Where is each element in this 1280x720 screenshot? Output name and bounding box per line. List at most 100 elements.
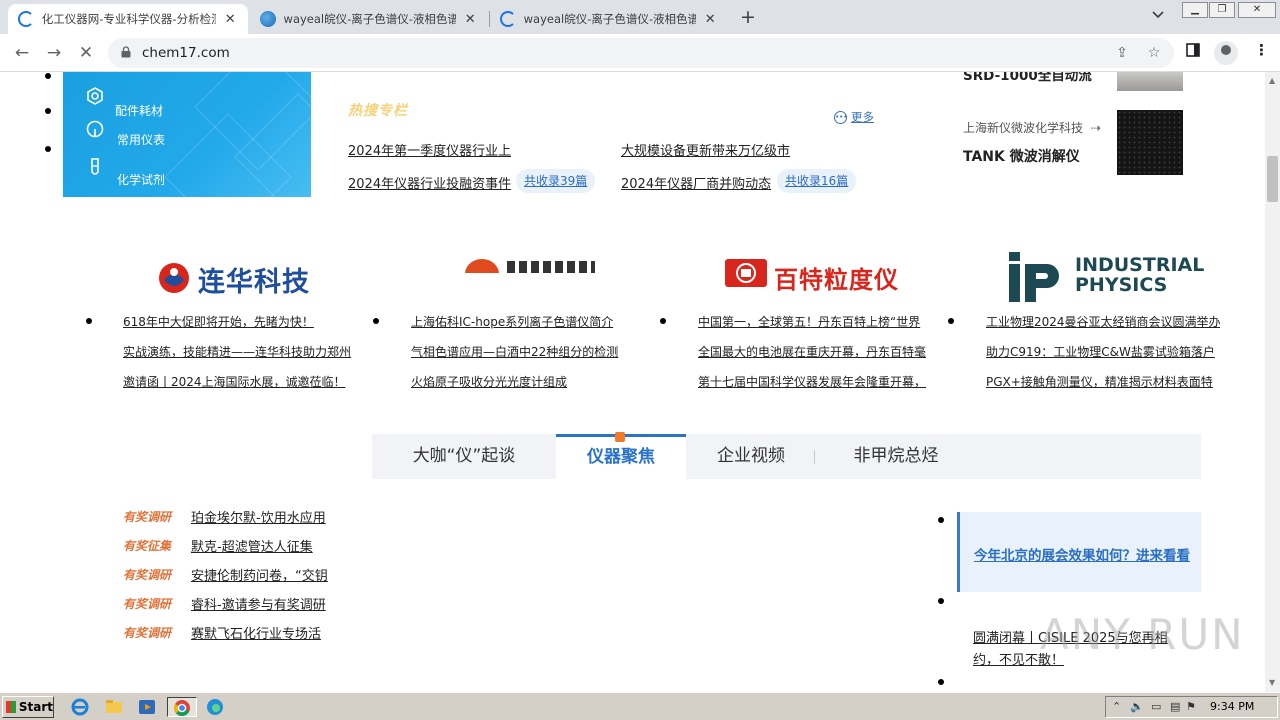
url-text[interactable]: chem17.com [142, 45, 230, 61]
survey-item[interactable]: 有奖调研 珀金埃尔默-饮用水应用 [123, 507, 326, 526]
new-tab-button[interactable]: + [738, 6, 758, 28]
tray-expand-icon[interactable]: ⌃ [1112, 700, 1121, 713]
news-link[interactable]: PGX+接触角测量仪，精准揭示材料表面特 [986, 373, 1220, 390]
news-link[interactable]: 上海佑科IC-hope系列离子色谱仪简介 [411, 313, 626, 330]
survey-item[interactable]: 有奖调研 睿科-邀请参与有奖调研 [123, 594, 326, 613]
lock-icon[interactable] [121, 46, 131, 58]
scroll-up-icon[interactable]: ▲ [1269, 76, 1275, 85]
news-link[interactable]: 气相色谱应用—白酒中22种组分的检测 [411, 343, 626, 360]
web-page: 配件耗材 常用仪表 化学试剂 热搜专栏 ••• 更多 2024年第一季度仪器行业… [0, 72, 1265, 692]
product-title[interactable]: TANK 微波消解仪 [963, 146, 1080, 166]
news-link[interactable]: 助力C919：工业物理C&W盐雾试验箱落户 [986, 343, 1220, 360]
tab-title: wayeal皖仪-离子色谱仪-液相色谱仪 [283, 12, 457, 26]
internet-explorer-icon[interactable] [70, 697, 92, 717]
close-tab-icon[interactable]: ✕ [462, 12, 478, 27]
featured-topic-link[interactable]: 今年北京的展会效果如何？进来看看 [974, 544, 1194, 568]
tab-company-videos[interactable]: 企业视频 [686, 434, 816, 479]
product-title[interactable]: SRD-1000全自动流 [963, 72, 1092, 84]
article-count-badge[interactable]: 共收录39篇 [516, 169, 596, 193]
tab-nmhc[interactable]: 非甲烷总烃 [816, 434, 976, 479]
address-bar[interactable]: chem17.com ⇪ ☆ [108, 38, 1174, 68]
flag-icon[interactable]: ⚑ [1186, 700, 1196, 713]
restore-window-button[interactable]: ❐ [1209, 2, 1235, 18]
close-tab-icon[interactable]: ✕ [222, 12, 238, 27]
browser-menu-icon[interactable]: ⋮ [1254, 41, 1269, 59]
file-explorer-icon[interactable] [104, 697, 126, 717]
survey-link[interactable]: 睿科-邀请参与有奖调研 [191, 594, 326, 613]
more-dots-icon: ••• [834, 110, 847, 124]
survey-item[interactable]: 有奖调研 安捷伦制药问卷，“交钥 [123, 565, 328, 584]
edge-icon[interactable] [205, 697, 227, 717]
featured-topic-card[interactable]: 今年北京的展会效果如何？进来看看 [957, 512, 1201, 592]
category-label: 化学试剂 [117, 173, 166, 187]
list-bullet [86, 318, 92, 324]
media-player-icon[interactable] [137, 697, 159, 717]
news-link[interactable]: 中国第一，全球第五！丹东百特上榜“世界 [698, 313, 928, 330]
industrial-physics-logo[interactable]: INDUSTRIAL PHYSICS [1007, 250, 1207, 310]
bookmark-star-icon[interactable]: ☆ [1146, 45, 1162, 61]
profile-avatar[interactable] [1214, 41, 1238, 65]
volume-icon[interactable]: 🔈 [1130, 700, 1144, 713]
youke-logo[interactable] [465, 257, 595, 273]
content-tab-bar: 大咖“仪”起谈 仪器聚焦 企业视频 非甲烷总烃 [372, 432, 1201, 479]
network-icon[interactable]: ▭ [1151, 700, 1161, 713]
news-link[interactable]: 火焰原子吸收分光光度计组成 [411, 373, 626, 390]
back-arrow-icon[interactable]: ← [12, 43, 32, 63]
tab-title: 化工仪器网-专业科学仪器-分析检测 [41, 12, 217, 26]
page-scrollbar[interactable]: ▲ ▼ [1265, 72, 1280, 692]
scrollbar-thumb[interactable] [1267, 156, 1278, 202]
tab-search-chevron-icon[interactable] [1152, 8, 1164, 22]
loading-spinner-icon [500, 11, 516, 27]
survey-item[interactable]: 有奖征集 默克-超滤管达人征集 [123, 536, 313, 555]
product-image[interactable] [1117, 110, 1183, 175]
hot-topic-link[interactable]: 大规模设备更新带来万亿级市 [621, 140, 790, 159]
bettersize-logo[interactable]: 百特粒度仪 [724, 250, 904, 310]
browser-tab-wayeal-1[interactable]: wayeal皖仪-离子色谱仪-液相色谱仪 ✕ [250, 4, 488, 34]
survey-item[interactable]: 有奖调研 赛默飞石化行业专场活 [123, 623, 321, 642]
survey-link[interactable]: 赛默飞石化行业专场活 [191, 623, 321, 642]
more-link[interactable]: ••• 更多 [834, 109, 874, 125]
chrome-taskbar-icon[interactable] [167, 697, 197, 717]
news-link[interactable]: 实战演练，技能精进——连华科技助力郑州 [123, 343, 363, 360]
close-tab-icon[interactable]: ✕ [702, 12, 718, 27]
survey-link[interactable]: 安捷伦制药问卷，“交钥 [191, 565, 328, 584]
share-icon[interactable]: ⇪ [1114, 45, 1130, 61]
tab-divider [814, 450, 815, 464]
clock[interactable]: 9:34 PM [1210, 700, 1254, 713]
windows-flag-icon [6, 701, 16, 713]
news-link[interactable]: 第十七届中国科学仪器发展年会隆重开幕， [698, 373, 928, 390]
start-button[interactable]: Start [2, 696, 54, 718]
lianhua-logo[interactable]: 连华科技 [158, 250, 328, 310]
hexagon-nut-icon [85, 86, 105, 106]
news-link[interactable]: 618年中大促即将开始，先睹为快！ [123, 313, 363, 330]
company-name[interactable]: 上海新仪微波化学科技 ⇢ [963, 119, 1101, 136]
news-link[interactable]: 邀请函丨2024上海国际水展，诚邀莅临！ [123, 373, 363, 390]
stop-loading-icon[interactable]: ✕ [76, 43, 96, 63]
browser-tab-wayeal-2[interactable]: wayeal皖仪-离子色谱仪-液相色谱仪 ✕ [490, 4, 728, 34]
category-item-reagents[interactable]: 化学试剂 [85, 146, 165, 188]
product-image[interactable] [1117, 72, 1183, 91]
list-bullet [45, 108, 51, 114]
news-link[interactable]: 工业物理2024曼谷亚太经销商会议圆满举办 [986, 313, 1220, 330]
side-panel-icon[interactable] [1186, 43, 1200, 61]
hot-topic-link[interactable]: 2024年第一季度仪器行业上 [348, 140, 511, 159]
hot-topic-link[interactable]: 2024年仪器厂商并购动态 [621, 173, 771, 192]
survey-link[interactable]: 默克-超滤管达人征集 [191, 536, 313, 555]
article-count-badge[interactable]: 共收录16篇 [777, 169, 857, 193]
news-link[interactable]: 全国最大的电池展在重庆开幕，丹东百特毫 [698, 343, 928, 360]
minimize-window-button[interactable]: ▁ [1182, 2, 1208, 18]
system-tray: ⌃ 🔈 ▭ ▤ ⚑ 9:34 PM [1105, 696, 1278, 718]
browser-tab-strip: 化工仪器网-专业科学仪器-分析检测 ✕ wayeal皖仪-离子色谱仪-液相色谱仪… [0, 0, 1280, 34]
hot-topic-link[interactable]: 2024年仪器行业投融资事件 [348, 173, 511, 192]
scroll-down-icon[interactable]: ▼ [1269, 678, 1275, 687]
list-bullet [45, 146, 51, 152]
close-window-button[interactable]: ✕ [1238, 2, 1276, 18]
tab-expert-talk[interactable]: 大咖“仪”起谈 [372, 434, 556, 479]
action-center-icon[interactable]: ▤ [1170, 700, 1180, 713]
logo-text-line1: INDUSTRIAL [1075, 254, 1205, 276]
gauge-icon [85, 119, 105, 139]
browser-tab-chem17[interactable]: 化工仪器网-专业科学仪器-分析检测 ✕ [8, 4, 248, 34]
forward-arrow-icon[interactable]: → [44, 43, 64, 63]
category-item-instruments[interactable]: 常用仪表 [85, 110, 165, 148]
survey-link[interactable]: 珀金埃尔默-饮用水应用 [191, 507, 326, 526]
